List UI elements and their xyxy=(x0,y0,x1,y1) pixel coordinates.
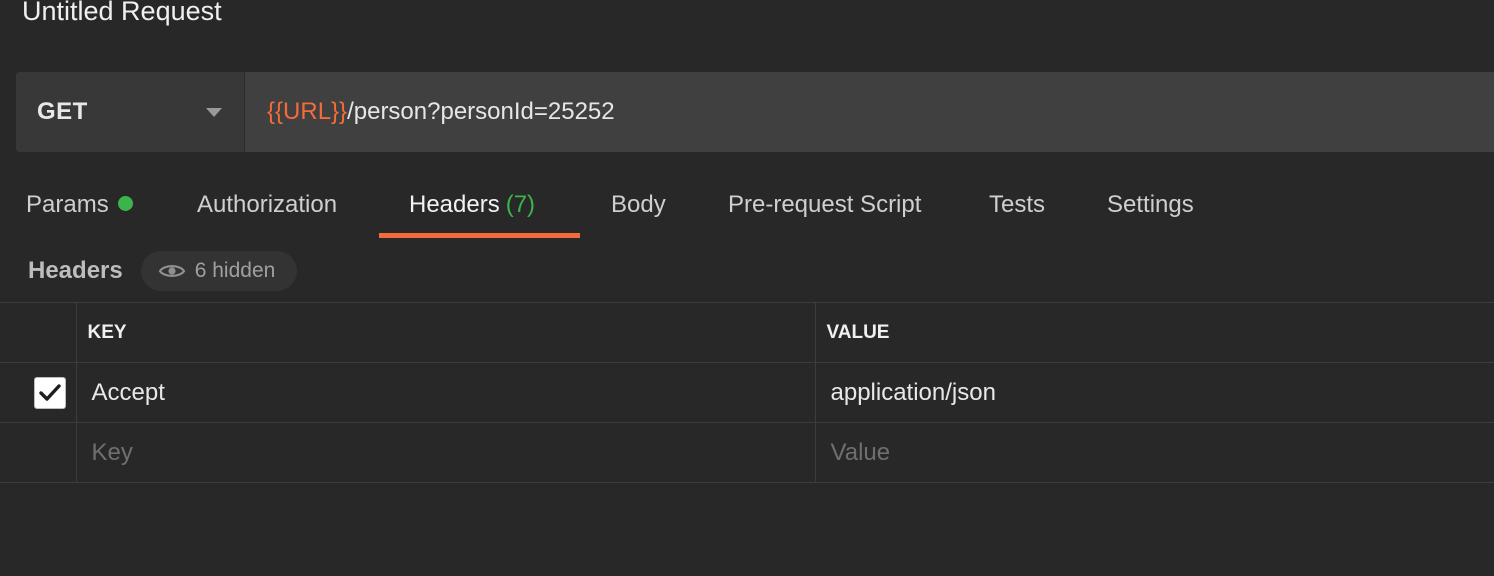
checkmark-icon xyxy=(39,383,61,401)
tab-settings[interactable]: Settings xyxy=(1107,176,1194,238)
new-value-input[interactable]: Value xyxy=(815,422,1494,483)
request-title[interactable]: Untitled Request xyxy=(22,0,222,28)
tab-body[interactable]: Body xyxy=(611,176,666,238)
new-key-input[interactable]: Key xyxy=(76,422,816,483)
url-input[interactable]: {{URL}}/person?personId=25252 xyxy=(245,72,1494,152)
tab-label: Params xyxy=(26,191,109,218)
tab-label: Authorization xyxy=(197,191,338,218)
hidden-headers-toggle[interactable]: 6 hidden xyxy=(140,251,298,291)
url-bar: GET {{URL}}/person?personId=25252 xyxy=(16,72,1494,152)
headers-table: KEY VALUE Accept application/json Key Va… xyxy=(0,302,1494,483)
row-enabled-checkbox[interactable] xyxy=(34,376,66,409)
tab-authorization[interactable]: Authorization xyxy=(197,176,337,238)
tab-params[interactable]: Params xyxy=(26,176,133,238)
method-dropdown[interactable]: GET xyxy=(16,72,245,152)
table-row: Accept application/json xyxy=(0,362,1494,423)
empty-checkbox-cell xyxy=(0,422,77,483)
checkbox-column-header xyxy=(0,302,77,363)
tab-headers[interactable]: Headers (7) xyxy=(379,176,580,238)
table-header-row: KEY VALUE xyxy=(0,302,1494,363)
tab-label: Pre-request Script xyxy=(728,191,922,218)
tab-pre-request-script[interactable]: Pre-request Script xyxy=(728,176,921,238)
url-variable: {{URL}} xyxy=(267,98,348,125)
url-path: /person?personId=25252 xyxy=(347,98,615,125)
eye-icon xyxy=(158,265,185,277)
method-label: GET xyxy=(37,98,88,125)
tab-label: Body xyxy=(611,191,666,218)
request-editor: Untitled Request GET {{URL}}/person?pers… xyxy=(0,0,1494,576)
tab-label: Headers xyxy=(409,191,500,218)
headers-count: (7) xyxy=(505,191,536,218)
headers-toolbar: Headers 6 hidden xyxy=(28,250,298,292)
hidden-headers-label: 6 hidden xyxy=(194,259,276,282)
tab-label: Settings xyxy=(1107,191,1194,218)
row-checkbox-cell xyxy=(0,362,77,423)
tab-tests[interactable]: Tests xyxy=(989,176,1045,238)
key-column-header: KEY xyxy=(76,302,816,363)
value-column-header: VALUE xyxy=(815,302,1494,363)
header-key-cell[interactable]: Accept xyxy=(76,362,816,423)
params-indicator-dot xyxy=(117,196,133,211)
request-tabs: Params Authorization Headers (7) Body Pre… xyxy=(0,176,1494,238)
table-row-new: Key Value xyxy=(0,422,1494,483)
headers-section-label: Headers xyxy=(28,257,123,284)
header-value-cell[interactable]: application/json xyxy=(815,362,1494,423)
chevron-down-icon xyxy=(206,107,222,117)
tab-label: Tests xyxy=(989,191,1046,218)
